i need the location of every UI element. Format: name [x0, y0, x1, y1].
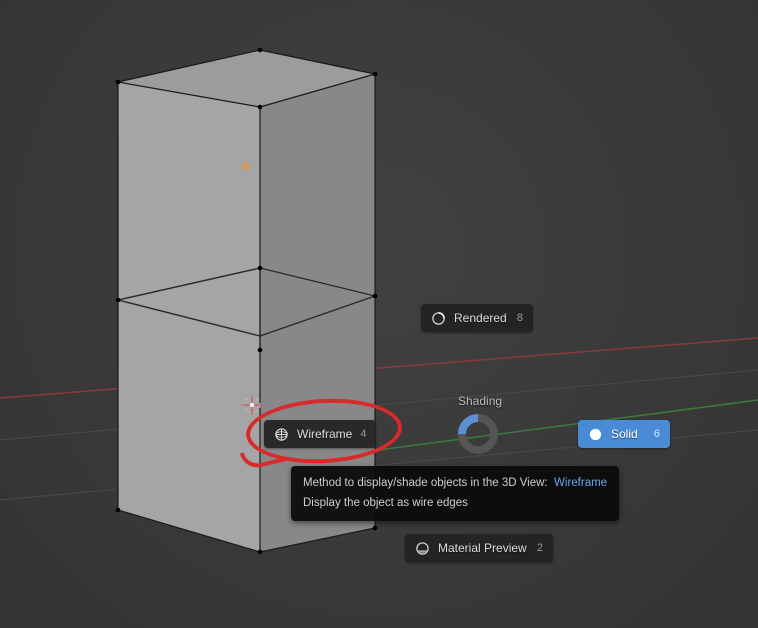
pie-item-shortcut: 4	[360, 428, 366, 440]
pie-item-solid[interactable]: Solid 6	[578, 420, 670, 448]
material-preview-icon	[415, 541, 430, 556]
pie-item-shortcut: 2	[537, 542, 543, 554]
tooltip-value: Wireframe	[554, 477, 607, 489]
pie-item-label: Solid	[611, 427, 646, 441]
pie-item-label: Rendered	[454, 311, 509, 325]
rendered-icon	[431, 311, 446, 326]
solid-icon	[588, 427, 603, 442]
pie-menu-title: Shading	[458, 394, 502, 408]
pie-item-wireframe[interactable]: Wireframe 4	[264, 420, 376, 448]
pie-item-shortcut: 8	[517, 312, 523, 324]
tooltip-line-1: Method to display/shade objects in the 3…	[303, 474, 607, 494]
tooltip-line-2: Display the object as wire edges	[303, 494, 607, 514]
pie-item-rendered[interactable]: Rendered 8	[421, 304, 533, 332]
pie-item-shortcut: 6	[654, 428, 660, 440]
wireframe-icon	[274, 427, 289, 442]
tooltip: Method to display/shade objects in the 3…	[291, 466, 619, 521]
viewport-3d[interactable]: Shading Rendered 8 Wireframe 4 Solid 6 M…	[0, 0, 758, 628]
tooltip-prefix: Method to display/shade objects in the 3…	[303, 477, 548, 489]
pie-item-material-preview[interactable]: Material Preview 2	[405, 534, 553, 562]
pie-item-label: Material Preview	[438, 541, 529, 555]
scene-backdrop	[0, 0, 758, 628]
pie-item-label: Wireframe	[297, 427, 352, 441]
